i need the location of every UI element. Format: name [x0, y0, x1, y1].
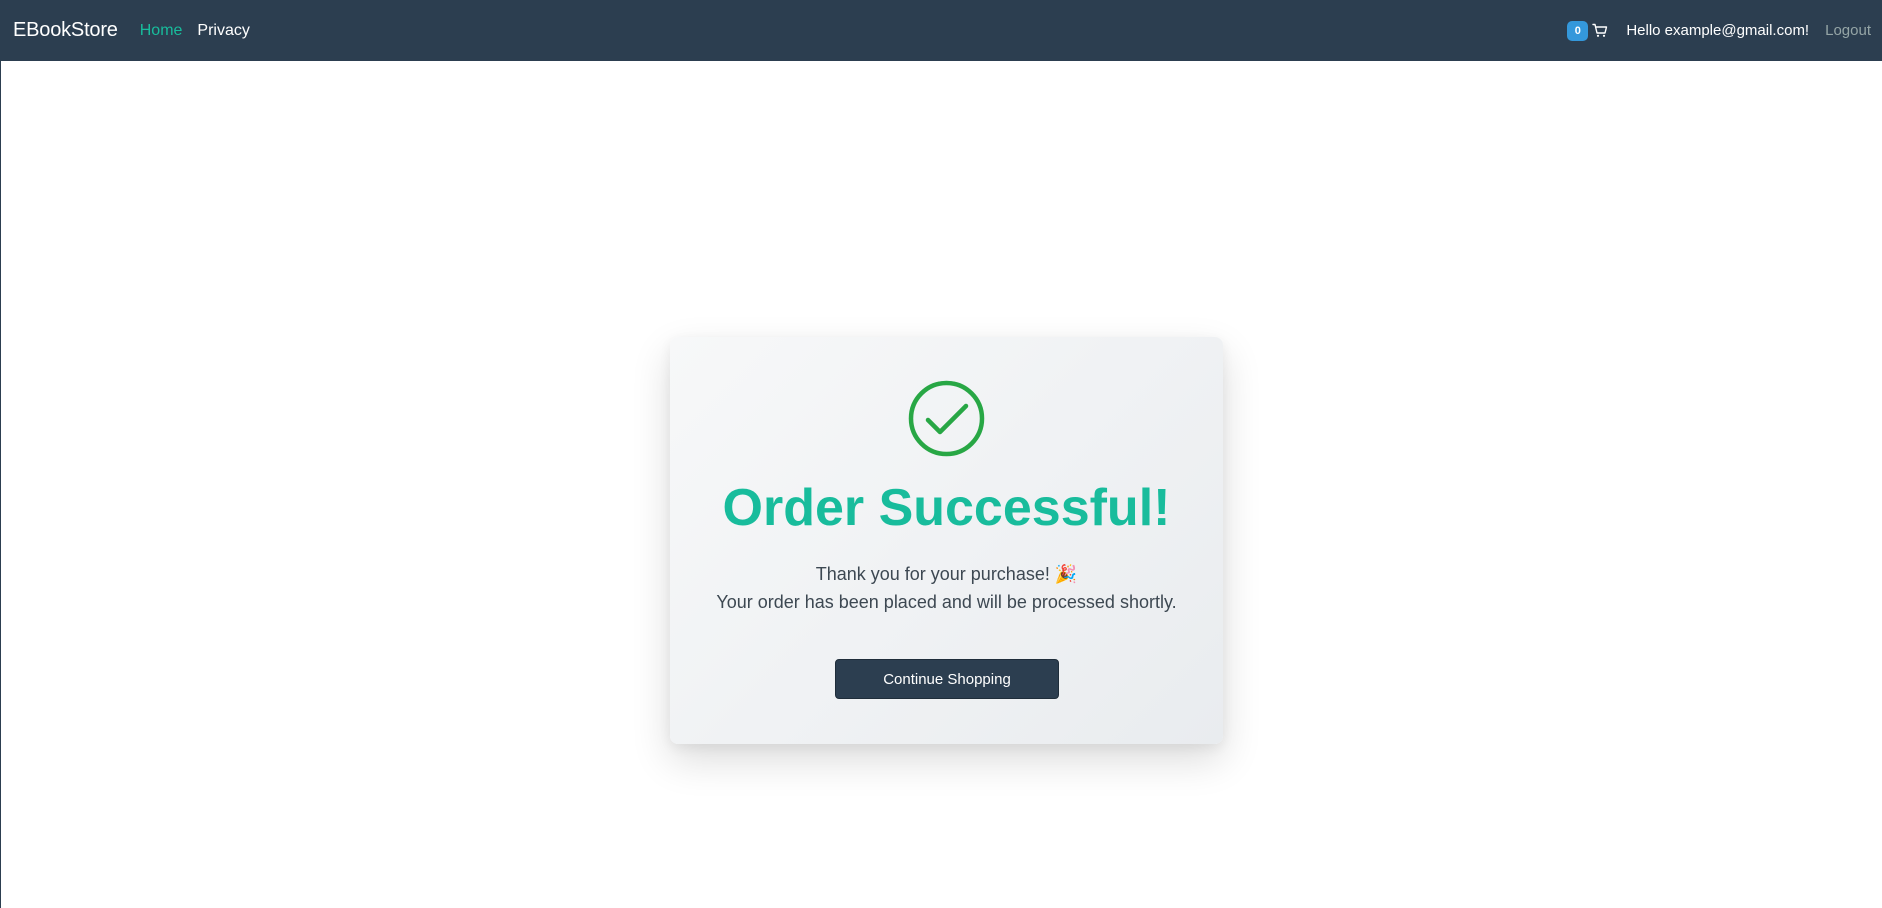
check-circle-icon: [908, 380, 985, 457]
continue-shopping-button[interactable]: Continue Shopping: [835, 659, 1059, 699]
order-success-message: Thank you for your purchase! 🎉 Your orde…: [670, 560, 1223, 616]
page: EBookStore Home Privacy 0 Hello example@…: [0, 0, 1882, 908]
cart-icon: [1592, 23, 1608, 38]
order-success-card: Order Successful! Thank you for your pur…: [670, 337, 1223, 744]
nav-home-link[interactable]: Home: [140, 22, 183, 40]
nav-right: 0 Hello example@gmail.com! Logout: [1567, 20, 1871, 41]
message-line-2: Your order has been placed and will be p…: [716, 592, 1177, 612]
cart-count-badge: 0: [1567, 20, 1589, 41]
logout-link[interactable]: Logout: [1825, 22, 1871, 39]
nav-privacy-link[interactable]: Privacy: [197, 22, 249, 40]
user-greeting: Hello example@gmail.com!: [1626, 22, 1810, 39]
cart-button[interactable]: 0: [1567, 20, 1608, 41]
brand-link[interactable]: EBookStore: [13, 19, 118, 42]
top-navbar: EBookStore Home Privacy 0 Hello example@…: [1, 0, 1882, 61]
order-success-title: Order Successful!: [722, 479, 1171, 537]
message-line-1: Thank you for your purchase! 🎉: [815, 564, 1078, 584]
nav-left: EBookStore Home Privacy: [13, 19, 265, 42]
